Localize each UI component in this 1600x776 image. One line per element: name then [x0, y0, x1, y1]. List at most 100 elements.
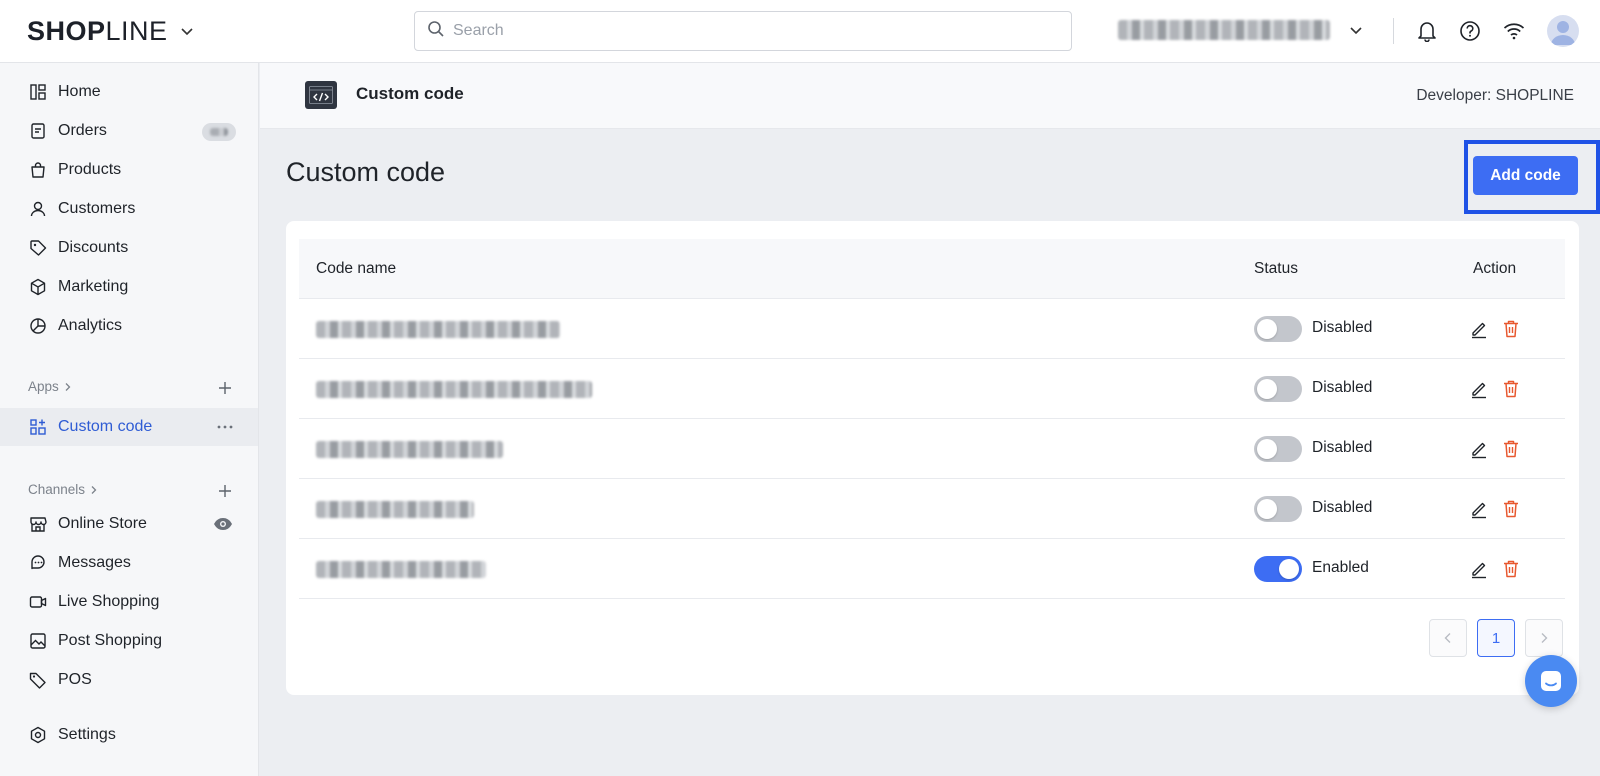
sidebar-item-online-store[interactable]: Online Store [0, 505, 258, 543]
more-options-icon[interactable] [216, 419, 234, 435]
edit-icon[interactable] [1468, 378, 1490, 400]
channels-section-label[interactable]: Channels [28, 482, 99, 497]
help-icon[interactable] [1458, 19, 1482, 43]
sidebar-item-pos[interactable]: POS [0, 661, 258, 699]
sidebar-item-live-shopping[interactable]: Live Shopping [0, 583, 258, 621]
store-switcher[interactable] [1118, 20, 1364, 40]
status-toggle[interactable] [1254, 376, 1302, 402]
sidebar-item-label: Online Store [58, 515, 147, 532]
eye-icon[interactable] [212, 515, 234, 533]
toggle-knob [1279, 559, 1299, 579]
custom-code-table-card: Code name Status Action Disabled Disable… [286, 221, 1579, 695]
toggle-knob [1257, 379, 1277, 399]
sidebar-item-analytics[interactable]: Analytics [0, 307, 258, 345]
status-toggle[interactable] [1254, 316, 1302, 342]
chevron-down-icon[interactable] [180, 24, 194, 38]
marketing-icon [28, 277, 48, 297]
column-header-code-name: Code name [316, 260, 397, 277]
wifi-icon[interactable] [1502, 19, 1526, 43]
sidebar-item-home[interactable]: Home [0, 73, 258, 111]
analytics-icon [28, 316, 48, 336]
table-header: Code name Status Action [299, 239, 1565, 299]
edit-icon[interactable] [1468, 498, 1490, 520]
edit-icon[interactable] [1468, 318, 1490, 340]
sidebar-item-label: Orders [58, 122, 107, 139]
store-name [1118, 20, 1330, 40]
sidebar-item-label: Analytics [58, 317, 123, 334]
pagination-page-1[interactable]: 1 [1477, 619, 1515, 657]
sidebar-item-orders[interactable]: Orders [0, 112, 258, 150]
sidebar-item-label: Live Shopping [58, 593, 160, 610]
code-name [316, 381, 592, 398]
customers-icon [28, 199, 48, 219]
apps-section-label[interactable]: Apps [28, 379, 73, 394]
add-channel-plus-icon[interactable] [218, 484, 232, 498]
pagination-prev-button[interactable] [1429, 619, 1467, 657]
discounts-icon [28, 238, 48, 258]
table-row: Disabled [299, 479, 1565, 539]
toggle-knob [1257, 439, 1277, 459]
add-app-plus-icon[interactable] [218, 381, 232, 395]
status-text: Disabled [1312, 379, 1373, 396]
edit-icon[interactable] [1468, 558, 1490, 580]
avatar[interactable] [1547, 15, 1579, 47]
sidebar-item-discounts[interactable]: Discounts [0, 229, 258, 267]
home-icon [28, 82, 48, 102]
chevron-left-icon [1444, 633, 1451, 643]
sidebar-item-label: Messages [58, 554, 131, 571]
status-text: Disabled [1312, 319, 1373, 336]
add-code-button[interactable]: Add code [1473, 156, 1578, 195]
sidebar-item-post-shopping[interactable]: Post Shopping [0, 622, 258, 660]
shopline-logo[interactable]: SHOPLINE [27, 16, 194, 46]
sidebar-item-customers[interactable]: Customers [0, 190, 258, 228]
pos-icon [28, 670, 48, 690]
chat-icon [1541, 671, 1561, 691]
settings-icon [28, 725, 48, 745]
search-input[interactable] [453, 22, 1033, 40]
developer-label: Developer: SHOPLINE [1416, 87, 1574, 104]
status-toggle[interactable] [1254, 556, 1302, 582]
divider [1393, 18, 1394, 44]
status-toggle[interactable] [1254, 496, 1302, 522]
sidebar-item-label: Custom code [58, 418, 153, 435]
sidebar-item-label: Customers [58, 200, 136, 217]
chat-support-button[interactable] [1525, 655, 1577, 707]
table-row: Disabled [299, 299, 1565, 359]
post-icon [28, 631, 48, 651]
code-icon [305, 81, 337, 109]
products-icon [28, 160, 48, 180]
sidebar-item-settings[interactable]: Settings [0, 716, 258, 754]
pagination-next-button[interactable] [1525, 619, 1563, 657]
search-icon [427, 20, 445, 43]
column-header-action: Action [1473, 260, 1517, 277]
top-bar: SHOPLINE [0, 0, 1600, 63]
sidebar-item-products[interactable]: Products [0, 151, 258, 189]
store-icon [28, 514, 48, 534]
delete-icon[interactable] [1500, 438, 1522, 460]
code-name [316, 441, 503, 458]
status-toggle[interactable] [1254, 436, 1302, 462]
delete-icon[interactable] [1500, 498, 1522, 520]
sidebar-item-label: Home [58, 83, 101, 100]
table-row: Disabled [299, 359, 1565, 419]
column-header-status: Status [1254, 260, 1298, 277]
edit-icon[interactable] [1468, 438, 1490, 460]
page-title: Custom code [286, 157, 446, 187]
chevron-right-icon [91, 485, 97, 494]
orders-count-badge [202, 123, 236, 141]
toggle-knob [1257, 319, 1277, 339]
orders-icon [28, 121, 48, 141]
table-row: Enabled [299, 539, 1565, 599]
delete-icon[interactable] [1500, 558, 1522, 580]
code-name [316, 321, 560, 338]
bell-icon[interactable] [1415, 19, 1439, 43]
chevron-right-icon [65, 382, 71, 391]
sidebar-item-custom-code[interactable]: Custom code [0, 408, 258, 446]
delete-icon[interactable] [1500, 318, 1522, 340]
code-name [316, 501, 474, 518]
search-bar[interactable] [414, 11, 1072, 51]
sidebar-item-messages[interactable]: Messages [0, 544, 258, 582]
sidebar-item-marketing[interactable]: Marketing [0, 268, 258, 306]
sidebar-item-label: Post Shopping [58, 632, 163, 649]
delete-icon[interactable] [1500, 378, 1522, 400]
